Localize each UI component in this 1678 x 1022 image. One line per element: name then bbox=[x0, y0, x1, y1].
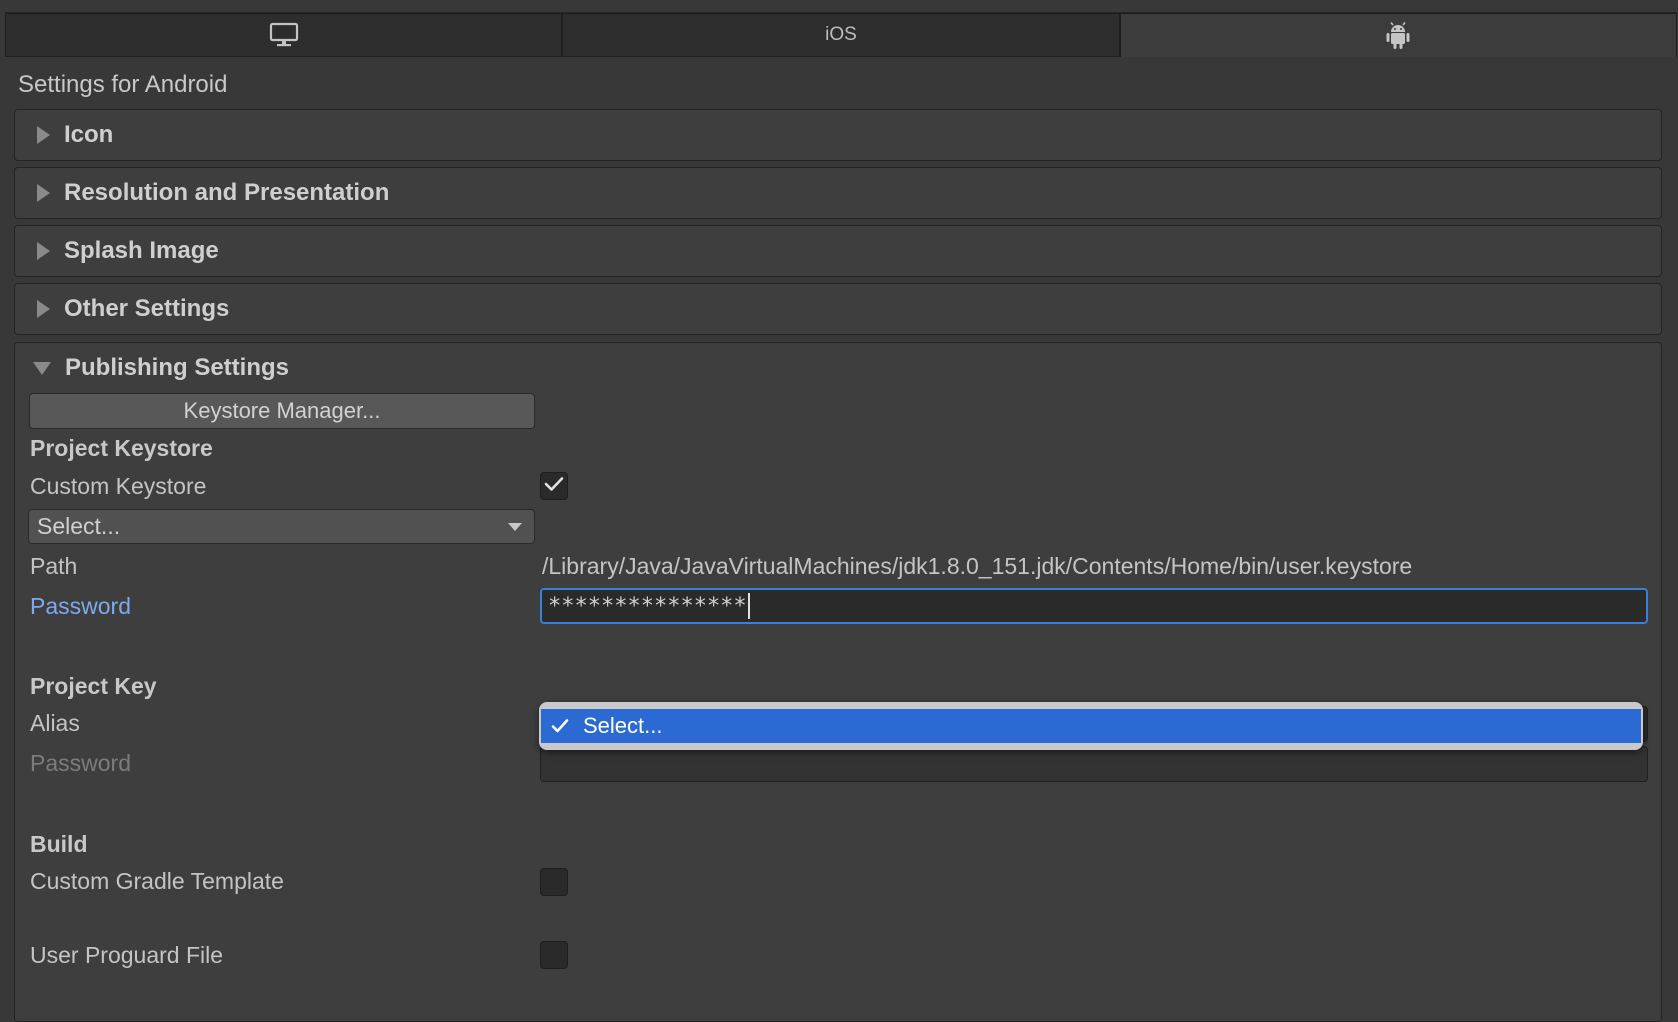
foldout-publishing-settings: Publishing Settings bbox=[14, 342, 1662, 1022]
alias-option-select[interactable]: Select... bbox=[541, 709, 1641, 743]
tab-ios[interactable]: iOS bbox=[562, 13, 1120, 57]
chevron-right-icon bbox=[37, 300, 50, 318]
keystore-manager-button[interactable]: Keystore Manager... bbox=[29, 393, 535, 429]
platform-tab-bar: iOS bbox=[5, 12, 1677, 57]
project-keystore-heading: Project Keystore bbox=[30, 435, 213, 461]
foldout-label: Other Settings bbox=[64, 295, 230, 322]
project-key-heading: Project Key bbox=[30, 673, 157, 699]
checkmark-icon bbox=[544, 476, 564, 497]
custom-gradle-template-label: Custom Gradle Template bbox=[30, 868, 284, 894]
tab-label: iOS bbox=[825, 24, 857, 45]
android-icon bbox=[1385, 21, 1411, 50]
foldout-label: Resolution and Presentation bbox=[64, 179, 390, 206]
foldout-other-settings[interactable]: Other Settings bbox=[14, 283, 1662, 335]
password-value: *************** bbox=[548, 593, 747, 619]
build-heading: Build bbox=[30, 831, 88, 857]
custom-keystore-label: Custom Keystore bbox=[30, 473, 207, 499]
custom-keystore-checkbox[interactable] bbox=[540, 472, 568, 500]
dropdown-value: Select... bbox=[37, 513, 121, 539]
checkmark-icon bbox=[551, 718, 569, 734]
user-proguard-file-label: User Proguard File bbox=[30, 942, 224, 968]
option-label: Select... bbox=[583, 713, 663, 738]
foldout-resolution-and-presentation[interactable]: Resolution and Presentation bbox=[14, 167, 1662, 219]
chevron-right-icon bbox=[37, 126, 50, 144]
key-password-field[interactable] bbox=[540, 746, 1648, 782]
keystore-password-label: Password bbox=[30, 593, 131, 619]
custom-gradle-template-checkbox[interactable] bbox=[540, 868, 568, 896]
tab-android[interactable] bbox=[1119, 13, 1677, 57]
foldout-splash-image[interactable]: Splash Image bbox=[14, 225, 1662, 277]
keystore-select-dropdown[interactable]: Select... bbox=[28, 509, 535, 544]
caret-down-icon bbox=[508, 523, 522, 531]
foldout-label: Splash Image bbox=[64, 237, 219, 264]
foldout-icon[interactable]: Icon bbox=[14, 109, 1662, 161]
tab-standalone[interactable] bbox=[5, 13, 563, 57]
chevron-right-icon bbox=[37, 242, 50, 260]
page-title: Settings for Android bbox=[18, 71, 228, 98]
key-password-label: Password bbox=[30, 750, 131, 776]
foldout-header-publishing-settings[interactable]: Publishing Settings bbox=[15, 343, 1661, 393]
keystore-password-field[interactable]: *************** bbox=[540, 588, 1648, 624]
desktop-icon bbox=[269, 22, 299, 48]
keystore-path-value: /Library/Java/JavaVirtualMachines/jdk1.8… bbox=[542, 553, 1413, 579]
text-cursor bbox=[747, 593, 750, 619]
alias-popup-menu: Select... bbox=[539, 702, 1643, 750]
path-label: Path bbox=[30, 553, 78, 579]
chevron-down-icon bbox=[33, 361, 51, 375]
chevron-right-icon bbox=[37, 184, 50, 202]
player-settings-panel: iOS Settings for Android Icon Resolution… bbox=[0, 0, 1678, 1022]
alias-label: Alias bbox=[30, 710, 80, 736]
user-proguard-file-checkbox[interactable] bbox=[540, 941, 568, 969]
foldout-label: Publishing Settings bbox=[65, 354, 290, 381]
foldout-label: Icon bbox=[64, 121, 114, 148]
